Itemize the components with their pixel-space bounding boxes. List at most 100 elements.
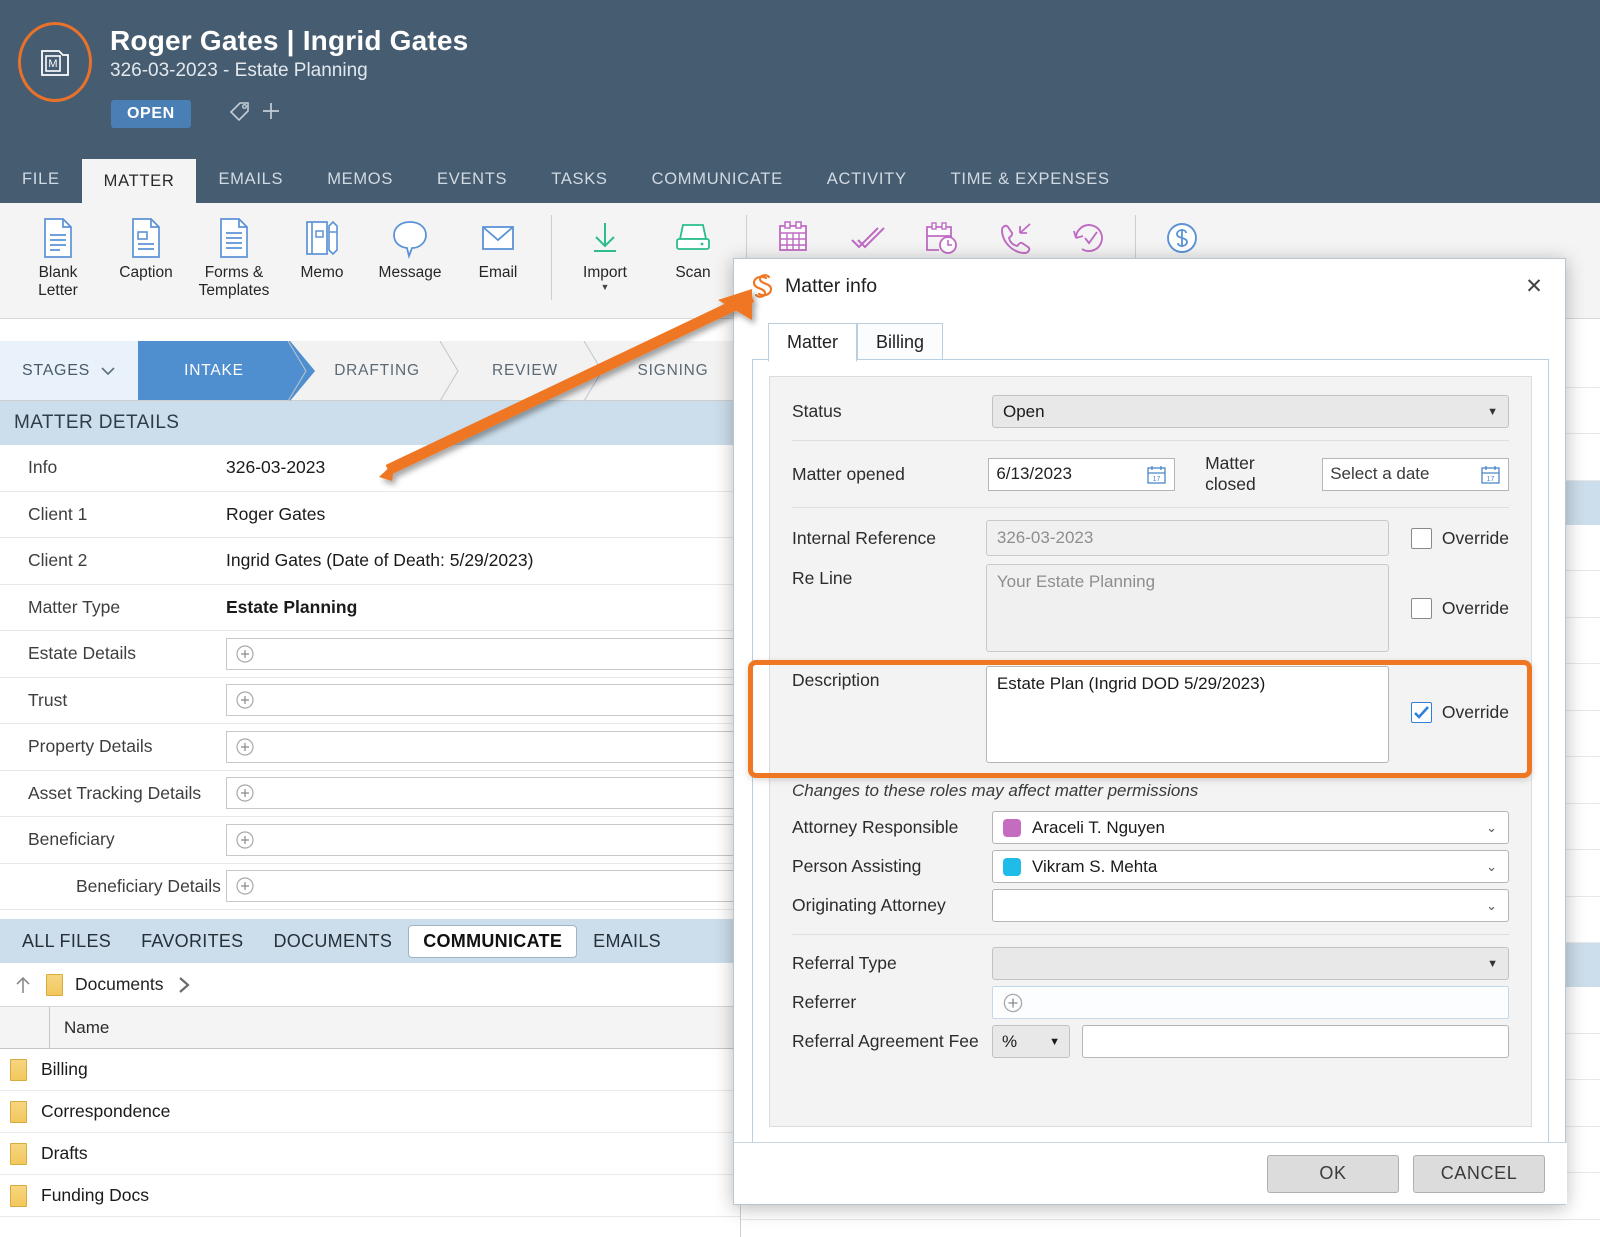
detail-label: Beneficiary (28, 829, 115, 850)
calendar-icon[interactable]: 17 (1146, 464, 1167, 485)
referral-type-select[interactable]: ▼ (992, 947, 1509, 980)
app-header: M Roger Gates | Ingrid Gates 326-03-2023… (0, 0, 1600, 155)
trust-add-field[interactable] (226, 684, 740, 717)
ribbon-calendar-clock-button[interactable] (904, 203, 978, 261)
ribbon-blank-letter-button[interactable]: Blank Letter (14, 203, 102, 301)
nav-tab-time-expenses[interactable]: TIME & EXPENSES (929, 155, 1132, 203)
chevron-down-icon: ▼ (1487, 405, 1498, 418)
beneficiary-details-add-field[interactable] (226, 870, 740, 903)
matter-form-panel: Status Open ▼ Matter opened 6/13/2023 17… (769, 376, 1532, 1127)
stage-review[interactable]: REVIEW (464, 341, 586, 400)
nav-tab-file[interactable]: FILE (0, 155, 82, 203)
column-header-name[interactable]: Name (50, 1018, 109, 1038)
add-tag-button[interactable] (228, 98, 284, 124)
stages-label: STAGES (22, 361, 90, 379)
ribbon-undo-check-button[interactable] (1052, 203, 1126, 261)
list-item[interactable]: Correspondence (0, 1091, 740, 1133)
file-tab-documents[interactable]: DOCUMENTS (259, 926, 406, 957)
nav-tab-emails[interactable]: EMAILS (196, 155, 305, 203)
nav-tab-memos[interactable]: MEMOS (305, 155, 415, 203)
re-line-override[interactable]: Override (1410, 598, 1509, 619)
status-select[interactable]: Open ▼ (992, 395, 1509, 428)
description-input[interactable]: Estate Plan (Ingrid DOD 5/29/2023) (985, 666, 1389, 763)
detail-value: Estate Planning (226, 596, 358, 617)
matter-opened-input[interactable]: 6/13/2023 17 (988, 457, 1176, 491)
up-arrow-icon[interactable] (12, 974, 34, 996)
beneficiary-add-field[interactable] (226, 823, 740, 856)
stage-intake[interactable]: INTAKE (138, 341, 315, 401)
referral-fee-unit-select[interactable]: % ▼ (992, 1025, 1070, 1058)
nav-tab-communicate[interactable]: COMMUNICATE (630, 155, 805, 203)
list-item[interactable]: Billing (0, 1049, 740, 1091)
calendar-icon[interactable]: 17 (1480, 464, 1501, 485)
divider-3 (792, 934, 1509, 935)
matter-opened-label: Matter opened (792, 463, 905, 484)
close-icon[interactable]: ✕ (1519, 271, 1549, 301)
ribbon-forms-templates-button[interactable]: Forms & Templates (190, 203, 278, 301)
ribbon-caption-button[interactable]: Caption (102, 203, 190, 282)
breadcrumb-current[interactable]: Documents (75, 974, 164, 995)
nav-tab-tasks[interactable]: TASKS (529, 155, 629, 203)
nav-tab-activity[interactable]: ACTIVITY (805, 155, 929, 203)
folder-icon (10, 1100, 27, 1123)
plus-circle-icon (1003, 993, 1023, 1012)
tab-matter[interactable]: Matter (768, 323, 858, 362)
internal-reference-override[interactable]: Override (1410, 527, 1509, 549)
checkbox-unchecked[interactable] (1410, 598, 1432, 619)
checkbox-checked[interactable] (1410, 702, 1432, 723)
asset-tracking-add-field[interactable] (226, 777, 740, 810)
property-details-add-field[interactable] (226, 730, 740, 763)
double-check-icon (846, 215, 888, 261)
chevron-right-icon[interactable] (176, 975, 192, 995)
referral-fee-input[interactable] (1082, 1025, 1509, 1058)
list-item[interactable]: Drafts (0, 1133, 740, 1175)
file-tab-emails[interactable]: EMAILS (579, 926, 675, 957)
stage-divider-2 (439, 341, 464, 401)
ribbon-calendar-button[interactable] (756, 203, 830, 261)
roles-permission-note: Changes to these roles may affect matter… (792, 781, 1199, 800)
ribbon-phone-button[interactable] (978, 203, 1052, 261)
dollar-circle-icon (1161, 215, 1203, 261)
internal-reference-input[interactable]: 326-03-2023 (985, 520, 1389, 556)
ribbon-email-button[interactable]: Email (454, 203, 542, 282)
stages-dropdown[interactable]: STAGES (0, 341, 138, 400)
chevron-down-icon: ▼ (1049, 1035, 1060, 1048)
originating-attorney-select[interactable]: ⌄ (992, 889, 1509, 922)
file-tab-all-files[interactable]: ALL FILES (8, 926, 125, 957)
ribbon-billing-button[interactable] (1145, 203, 1219, 261)
nav-tab-events[interactable]: EVENTS (415, 155, 529, 203)
referrer-label: Referrer (792, 992, 857, 1012)
nav-tab-matter[interactable]: MATTER (81, 159, 197, 203)
attorney-responsible-value: Araceli T. Nguyen (1032, 817, 1165, 837)
checkbox-unchecked[interactable] (1410, 527, 1432, 549)
person-assisting-select[interactable]: Vikram S. Mehta ⌄ (992, 850, 1509, 883)
re-line-input[interactable]: Your Estate Planning (985, 564, 1389, 652)
plus-icon (263, 103, 279, 119)
attorney-responsible-select[interactable]: Araceli T. Nguyen ⌄ (992, 811, 1509, 844)
ribbon-tasks-button[interactable] (830, 203, 904, 261)
plus-circle-icon (236, 738, 254, 756)
status-badge[interactable]: OPEN (111, 100, 191, 128)
detail-label: Asset Tracking Details (28, 782, 202, 803)
referrer-add-field[interactable] (992, 986, 1509, 1019)
list-item[interactable]: Funding Docs (0, 1175, 740, 1217)
estate-details-add-field[interactable] (226, 637, 740, 670)
ribbon-import-button[interactable]: Import ▼ (561, 203, 649, 292)
ribbon-memo-button[interactable]: Memo (278, 203, 366, 282)
chevron-down-icon: ⌄ (1486, 858, 1497, 874)
stage-signing[interactable]: SIGNING (608, 341, 738, 400)
ribbon-label-line1: Blank (38, 264, 78, 281)
ok-button[interactable]: OK (1267, 1154, 1399, 1193)
description-override[interactable]: Override (1410, 702, 1509, 723)
tab-billing[interactable]: Billing (857, 323, 944, 362)
referral-fee-label: Referral Agreement Fee (792, 1031, 979, 1051)
file-tab-communicate[interactable]: COMMUNICATE (408, 924, 578, 958)
file-tab-favorites[interactable]: FAVORITES (127, 926, 257, 957)
cancel-button[interactable]: CANCEL (1413, 1154, 1545, 1193)
ribbon-label-import: Import (583, 264, 627, 281)
stage-drafting[interactable]: DRAFTING (312, 341, 442, 400)
ribbon-scan-button[interactable]: Scan (649, 203, 737, 282)
ribbon-message-button[interactable]: Message (366, 203, 454, 282)
chevron-down-icon[interactable]: ▼ (601, 283, 610, 292)
matter-closed-input[interactable]: Select a date 17 (1322, 457, 1510, 491)
